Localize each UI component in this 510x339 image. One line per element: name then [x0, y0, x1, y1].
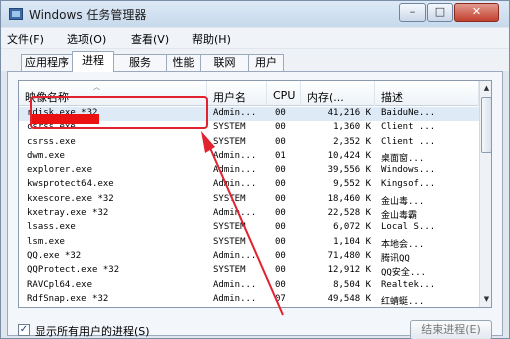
task-manager-window: Windows 任务管理器 – □ ✕ 文件(F) 选项(O) 查看(V) 帮助… [0, 0, 510, 339]
tab-processes[interactable]: 进程 [72, 51, 114, 72]
